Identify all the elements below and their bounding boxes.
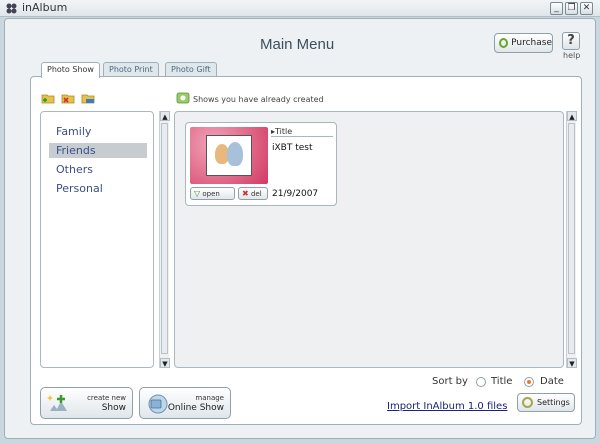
category-friends[interactable]: Friends: [49, 143, 147, 158]
delete-label: del: [250, 190, 262, 198]
sort-date-label: Date: [540, 376, 564, 387]
show-date: 21/9/2007: [272, 189, 319, 199]
help-label: help: [563, 51, 581, 60]
create-new-show-button[interactable]: create new Show: [40, 387, 133, 419]
purchase-label: Purchase: [511, 38, 552, 48]
cart-icon: [499, 38, 509, 48]
scroll-down-arrow-icon[interactable]: ▼: [160, 358, 170, 368]
category-family[interactable]: Family: [49, 124, 147, 139]
manage-online-show-button[interactable]: manage Online Show: [139, 387, 231, 419]
gear-icon: [522, 397, 533, 408]
add-category-icon[interactable]: [41, 92, 55, 104]
shows-scrollbar[interactable]: ▲ ▼: [566, 111, 577, 368]
page-title: Main Menu: [260, 36, 335, 53]
show-title: iXBT test: [272, 143, 313, 153]
sort-title-radio[interactable]: [476, 377, 486, 387]
online-show-icon: [148, 394, 168, 414]
rename-category-icon[interactable]: [81, 92, 95, 104]
create-new-label: create new: [87, 394, 126, 402]
scroll-up-arrow-icon[interactable]: ▲: [160, 111, 170, 121]
show-card[interactable]: ▸Title iXBT test ▽ open ✖ del 21/9/2007: [185, 122, 337, 206]
category-others[interactable]: Others: [49, 162, 147, 177]
title-column-header: ▸Title: [271, 127, 333, 137]
manage-label: manage: [195, 394, 224, 402]
photo-image: [206, 135, 252, 176]
sort-title-label: Title: [491, 376, 513, 387]
delete-icon: ✖: [242, 189, 249, 198]
close-button[interactable]: ✕: [580, 2, 593, 15]
title-bar: inAlbum _ ❐ ✕: [0, 0, 600, 17]
scroll-up-arrow-icon[interactable]: ▲: [567, 111, 577, 121]
tab-photo-gift[interactable]: Photo Gift: [165, 62, 217, 77]
sort-date-radio[interactable]: [524, 377, 534, 387]
open-button[interactable]: ▽ open: [190, 187, 235, 200]
open-label: open: [202, 190, 220, 198]
scroll-thumb[interactable]: [161, 123, 168, 354]
settings-button[interactable]: Settings: [517, 393, 575, 412]
import-inalbum-link[interactable]: Import InAlbum 1.0 files: [387, 401, 507, 412]
scroll-down-arrow-icon[interactable]: ▼: [567, 358, 577, 368]
app-logo-icon: [6, 3, 17, 14]
minimize-button[interactable]: _: [550, 2, 563, 15]
tab-photo-print[interactable]: Photo Print: [103, 62, 159, 77]
help-button[interactable]: ?: [562, 32, 580, 50]
remove-category-icon[interactable]: [61, 92, 75, 104]
maximize-button[interactable]: ❐: [565, 2, 578, 15]
open-icon: ▽: [194, 189, 201, 198]
category-personal[interactable]: Personal: [49, 181, 147, 196]
create-show-label: Show: [101, 403, 126, 413]
tab-photo-show[interactable]: Photo Show: [41, 62, 100, 78]
shows-label: Shows you have already created: [193, 95, 324, 104]
settings-label: Settings: [537, 398, 570, 407]
purchase-button[interactable]: Purchase: [494, 33, 553, 53]
window-title: inAlbum: [22, 1, 68, 14]
slideshow-icon: [176, 92, 190, 104]
show-thumbnail[interactable]: [190, 127, 268, 184]
category-list: Family Friends Others Personal: [40, 111, 154, 368]
delete-button[interactable]: ✖ del: [238, 187, 268, 200]
sort-by-label: Sort by: [432, 376, 468, 387]
category-scrollbar[interactable]: ▲ ▼: [159, 111, 170, 368]
create-show-icon: [47, 395, 67, 411]
online-show-label: Online Show: [167, 403, 224, 413]
scroll-thumb[interactable]: [568, 123, 575, 354]
